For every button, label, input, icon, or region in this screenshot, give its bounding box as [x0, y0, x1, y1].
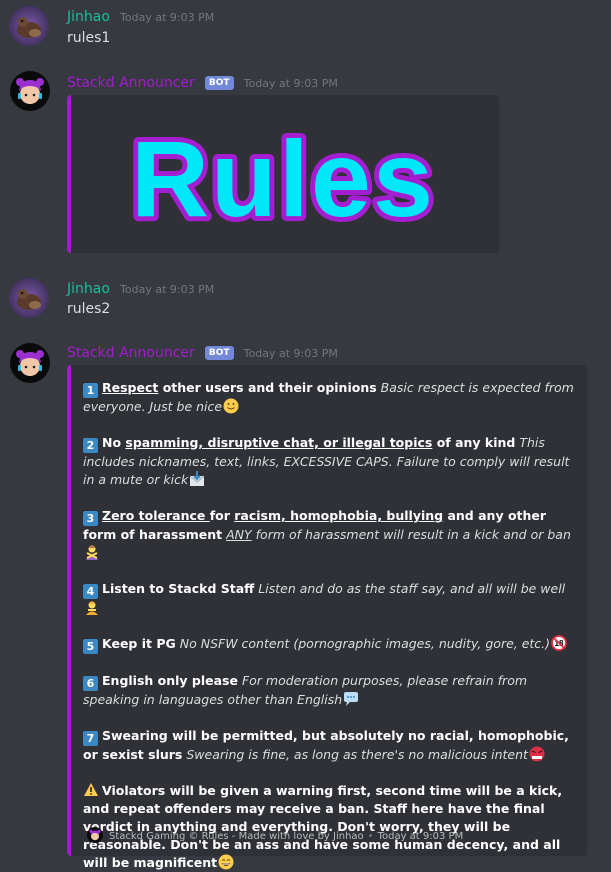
timestamp: Today at 9:03 PM	[243, 77, 338, 90]
stackd-avatar-icon	[10, 71, 50, 111]
username[interactable]: Jinhao	[67, 9, 110, 25]
keycap-6-icon: 6	[83, 676, 98, 691]
stackd-avatar-icon	[10, 343, 50, 383]
rule-1-title: other users and their opinions	[158, 380, 377, 395]
speech-balloon-icon	[344, 692, 359, 706]
slightly-smiling-face-icon	[223, 398, 239, 414]
rule-3-description: form of harassment will result in a kick…	[251, 527, 571, 542]
rule-1-keyword: Respect	[102, 380, 159, 395]
message-stackd-rules-image: Stackd Announcer BOT Today at 9:03 PM Ru…	[0, 60, 611, 260]
rule-3-emphasis: ANY	[226, 527, 252, 542]
rule-3-keyword-a: Zero tolerance	[102, 508, 210, 523]
jinhao-avatar-icon	[9, 278, 49, 318]
rule-3: 3 Zero tolerance for racism, homophobia, …	[83, 507, 575, 562]
footer-text: Stackd Gaming © Rules - Made with love b…	[109, 831, 364, 842]
rule-6: 6 English only please For moderation purp…	[83, 672, 575, 709]
avatar[interactable]	[10, 343, 50, 383]
keycap-7-icon: 7	[83, 731, 98, 746]
rules-banner-image[interactable]: Rules	[67, 95, 499, 253]
rule-4-title: Listen to Stackd Staff	[102, 581, 255, 596]
author-line: Stackd Announcer BOT Today at 9:03 PM	[67, 342, 338, 364]
footer-separator: •	[367, 831, 374, 842]
rule-3-title-a: for	[209, 508, 235, 523]
author-line: Stackd Announcer BOT Today at 9:03 PM	[67, 72, 338, 94]
bot-tag: BOT	[204, 346, 234, 360]
rule-6-title: English only please	[102, 673, 238, 688]
message-content: rules1	[67, 30, 111, 46]
rule-5-description: No NSFW content (pornographic images, nu…	[179, 636, 551, 651]
timestamp: Today at 9:03 PM	[120, 11, 215, 24]
embed-footer: Stackd Gaming © Rules - Made with love b…	[87, 827, 463, 844]
message-content: rules2	[67, 301, 111, 317]
rules-banner-graphic: Rules	[126, 113, 438, 244]
keycap-4-icon: 4	[83, 584, 98, 599]
author-line: Jinhao Today at 9:03 PM	[67, 278, 214, 300]
angry-face-with-symbols-icon	[529, 746, 545, 762]
username[interactable]: Jinhao	[67, 281, 110, 297]
footer-icon	[87, 827, 103, 843]
person-gesturing-no-icon	[86, 545, 98, 560]
avatar[interactable]	[9, 278, 49, 318]
stackd-logo-icon	[87, 827, 103, 843]
rule-4-description: Listen and do as the staff say, and all …	[258, 581, 566, 596]
no-one-under-eighteen-icon: 18	[551, 635, 567, 651]
person-bowing-icon	[86, 601, 98, 615]
message-jinhao-rules1: Jinhao Today at 9:03 PM rules1	[0, 0, 611, 60]
keycap-2-icon: 2	[83, 438, 98, 453]
rule-5: 5 Keep it PG No NSFW content (pornographi…	[83, 635, 575, 654]
rules-embed: 1 Respect other users and their opinions …	[67, 365, 587, 870]
keycap-5-icon: 5	[83, 639, 98, 654]
timestamp: Today at 9:03 PM	[120, 283, 215, 296]
footer-timestamp: Today at 9:03 PM	[377, 831, 464, 842]
keycap-1-icon: 1	[83, 383, 98, 398]
envelope-with-arrow-icon	[189, 471, 205, 486]
timestamp: Today at 9:03 PM	[243, 347, 338, 360]
rule-4: 4 Listen to Stackd Staff Listen and do as…	[83, 580, 575, 617]
rule-7-description: Swearing is fine, as long as there's no …	[186, 747, 528, 762]
rule-5-title: Keep it PG	[102, 636, 176, 651]
username[interactable]: Stackd Announcer	[67, 345, 195, 361]
warning-sign-icon	[84, 783, 98, 796]
rule-3-keyword-b: racism, homophobia, bullying	[234, 508, 444, 523]
bot-tag: BOT	[204, 76, 234, 90]
rule-7: 7 Swearing will be permitted, but absolut…	[83, 727, 575, 764]
avatar[interactable]	[9, 6, 49, 46]
avatar[interactable]	[10, 71, 50, 111]
rule-2-title-a: No	[102, 435, 126, 450]
rules-banner-text: Rules	[131, 118, 435, 239]
rule-1: 1 Respect other users and their opinions …	[83, 379, 575, 416]
author-line: Jinhao Today at 9:03 PM	[67, 6, 214, 28]
keycap-3-icon: 3	[83, 511, 98, 526]
rule-2: 2 No spamming, disruptive chat, or illega…	[83, 434, 575, 489]
rule-2-title-b: of any kind	[432, 435, 516, 450]
message-jinhao-rules2: Jinhao Today at 9:03 PM rules2	[0, 270, 611, 330]
rule-2-keyword: spamming, disruptive chat, or illegal to…	[125, 435, 433, 450]
jinhao-avatar-icon	[9, 6, 49, 46]
username[interactable]: Stackd Announcer	[67, 75, 195, 91]
